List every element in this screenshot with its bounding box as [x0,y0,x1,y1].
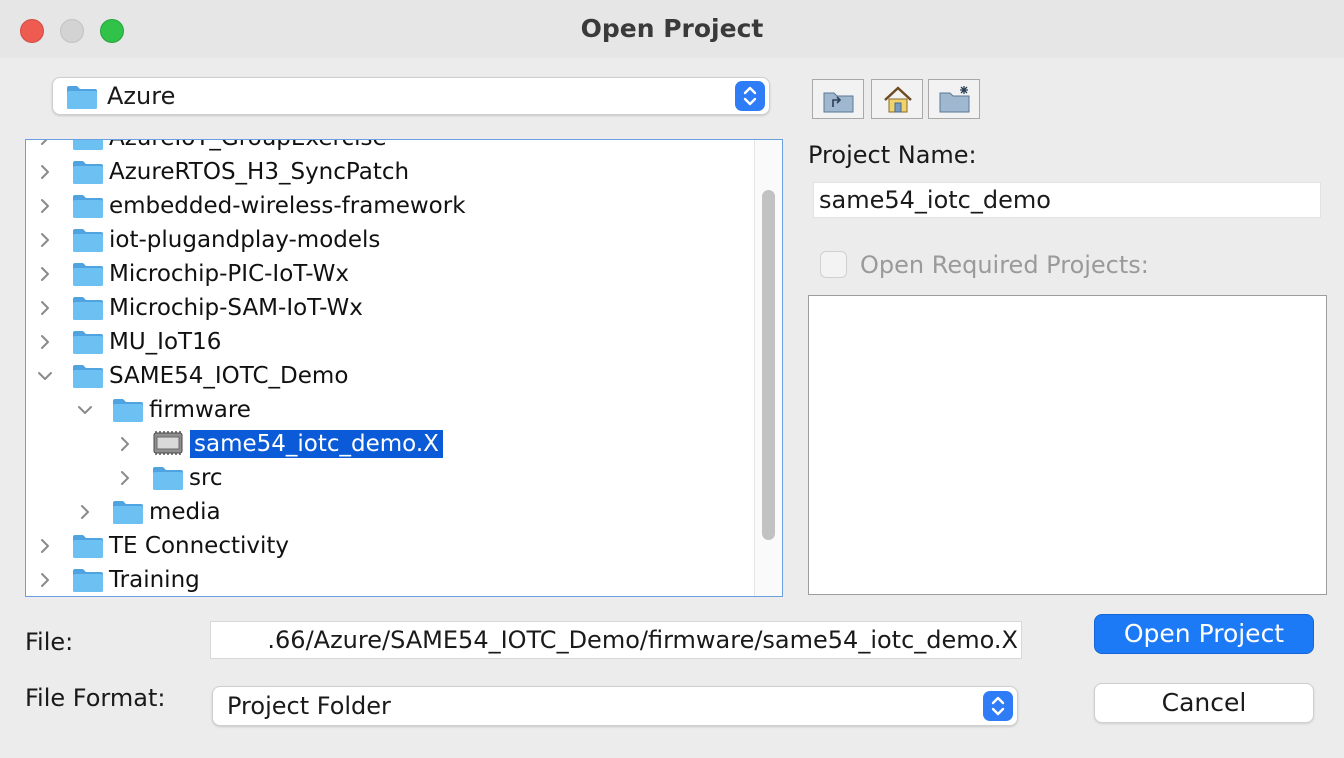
chevron-right-icon[interactable] [35,196,55,216]
chevron-right-icon[interactable] [35,570,55,590]
tree-item-label: Microchip-SAM-IoT-Wx [109,295,363,321]
chevron-right-icon[interactable] [35,140,55,148]
up-folder-icon [823,92,854,113]
tree-item-label: Training [109,567,200,593]
window-title: Open Project [580,14,764,43]
tree-scrollbar-thumb[interactable] [762,190,775,540]
chevron-right-icon[interactable] [35,264,55,284]
tree-item[interactable]: iot-plugandplay-models [26,223,756,257]
folder-icon [72,225,104,257]
folder-icon [66,83,98,114]
file-format-label: File Format: [25,684,166,712]
chevron-right-icon[interactable] [75,502,95,522]
tree-item[interactable]: MU_IoT16 [26,325,756,359]
folder-icon [112,395,144,427]
tree-item[interactable]: SAME54_IOTC_Demo [26,359,756,393]
folder-icon [72,293,104,325]
file-label: File: [25,628,74,656]
tree-item-label: TE Connectivity [109,533,290,559]
file-tree[interactable]: Training TE Connectivity media src same54_io… [25,139,783,597]
chevron-right-icon[interactable] [35,230,55,250]
file-path-value: .66/Azure/SAME54_IOTC_Demo/firmware/same… [267,626,1018,654]
tree-item[interactable]: AzureRTOS_H3_SyncPatch [26,155,756,189]
folder-icon [72,157,104,189]
chip-project-icon [152,429,184,461]
file-path-field[interactable]: .66/Azure/SAME54_IOTC_Demo/firmware/same… [210,621,1022,659]
folder-icon [72,327,104,359]
open-required-label: Open Required Projects: [860,251,1149,279]
folder-icon [72,140,104,155]
tree-item-label: media [149,499,221,525]
folder-icon [112,497,144,529]
project-name-field[interactable]: same54_iotc_demo [813,182,1321,218]
folder-icon [72,531,104,563]
chevron-right-icon[interactable] [35,536,55,556]
required-projects-list[interactable] [808,295,1327,595]
tree-item[interactable]: embedded-wireless-framework [26,189,756,223]
tree-item-label: firmware [149,397,251,423]
file-format-dropdown[interactable]: Project Folder [212,686,1018,726]
tree-item[interactable]: AzureIoT_GroupExercise [26,140,756,155]
chevron-down-icon[interactable] [35,366,55,386]
chevron-right-icon[interactable] [115,468,135,488]
tree-item-label: AzureRTOS_H3_SyncPatch [109,159,410,185]
folder-icon [72,259,104,291]
folder-icon [72,565,104,596]
tree-item[interactable]: Training [26,563,756,596]
location-value: Azure [107,82,176,110]
new-folder-button[interactable] [928,79,980,119]
chevron-right-icon[interactable] [35,332,55,352]
tree-item[interactable]: media [26,495,756,529]
home-button[interactable] [871,79,923,119]
dropdown-arrows-icon [983,691,1013,721]
tree-item[interactable]: Microchip-SAM-IoT-Wx [26,291,756,325]
chevron-right-icon[interactable] [115,434,135,454]
tree-item[interactable]: same54_iotc_demo.X [26,427,756,461]
chevron-right-icon[interactable] [35,298,55,318]
tree-item-label: src [189,465,223,491]
tree-item[interactable]: Microchip-PIC-IoT-Wx [26,257,756,291]
open-required-checkbox[interactable] [820,251,847,278]
tree-item-label: same54_iotc_demo.X [190,430,443,458]
file-format-value: Project Folder [227,692,391,720]
chevron-down-icon[interactable] [75,400,95,420]
tree-item-label: MU_IoT16 [109,329,222,355]
folder-icon [72,361,104,393]
dropdown-arrows-icon [735,81,765,111]
folder-icon [152,463,184,495]
tree-item-label: AzureIoT_GroupExercise [109,140,387,152]
title-bar: Open Project [0,0,1344,58]
cancel-button[interactable]: Cancel [1094,683,1314,723]
tree-scrollbar[interactable] [754,140,782,596]
tree-item-label: iot-plugandplay-models [109,227,381,253]
tree-item[interactable]: firmware [26,393,756,427]
chevron-right-icon[interactable] [35,162,55,182]
location-dropdown[interactable]: Azure [52,77,770,115]
folder-icon [72,191,104,223]
new-folder-icon [939,86,970,113]
tree-item-label: embedded-wireless-framework [109,193,466,219]
tree-item[interactable]: TE Connectivity [26,529,756,563]
home-icon [884,86,912,113]
up-folder-button[interactable] [812,79,864,119]
tree-item-label: Microchip-PIC-IoT-Wx [109,261,349,287]
open-project-button[interactable]: Open Project [1094,614,1314,654]
project-name-label: Project Name: [808,141,977,169]
tree-item-label: SAME54_IOTC_Demo [109,363,349,389]
tree-item[interactable]: src [26,461,756,495]
